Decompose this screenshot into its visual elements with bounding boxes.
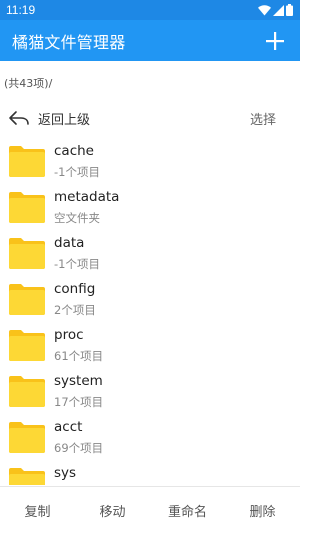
move-button[interactable]: 移动 (75, 501, 150, 520)
file-meta: 69个项目 (54, 441, 104, 455)
file-name: acct (54, 419, 83, 435)
copy-button[interactable]: 复制 (0, 501, 75, 520)
navigation-row: 返回上级 选择 (0, 102, 300, 134)
folder-icon (9, 238, 45, 269)
app-bar: 橘猫文件管理器 (0, 20, 300, 61)
list-item[interactable]: system 17个项目 (0, 370, 300, 416)
file-meta: -1个项目 (54, 257, 100, 271)
status-time: 11:19 (6, 3, 36, 17)
back-arrow-icon (9, 111, 29, 125)
file-list: cache -1个项目 metadata 空文件夹 data -1个项目 config 2个项… (0, 140, 300, 485)
select-button[interactable]: 选择 (250, 109, 276, 128)
file-meta: 17个项目 (54, 395, 104, 409)
folder-icon (9, 330, 45, 361)
folder-icon (9, 192, 45, 223)
status-bar: 11:19 (0, 0, 300, 20)
folder-icon (9, 146, 45, 177)
status-icons (258, 4, 293, 16)
list-item[interactable]: acct 69个项目 (0, 416, 300, 462)
add-button[interactable] (264, 30, 286, 52)
file-name: metadata (54, 189, 120, 205)
list-item[interactable]: sys (0, 462, 300, 485)
item-count: (共43项)/ (4, 77, 53, 90)
file-meta: -1个项目 (54, 165, 100, 179)
folder-icon (9, 376, 45, 407)
file-name: cache (54, 143, 94, 159)
cell-signal-icon (273, 4, 284, 16)
file-meta: 2个项目 (54, 303, 96, 317)
folder-icon (9, 468, 45, 485)
rename-button[interactable]: 重命名 (150, 501, 225, 520)
file-name: sys (54, 465, 77, 481)
list-item[interactable]: config 2个项目 (0, 278, 300, 324)
list-item[interactable]: proc 61个项目 (0, 324, 300, 370)
battery-icon (286, 4, 293, 16)
file-name: proc (54, 327, 84, 343)
file-name: data (54, 235, 85, 251)
bottom-action-bar: 复制 移动 重命名 删除 (0, 486, 300, 533)
file-name: config (54, 281, 96, 297)
delete-button[interactable]: 删除 (225, 501, 300, 520)
app-title: 橘猫文件管理器 (12, 32, 126, 52)
wifi-icon (258, 4, 271, 15)
list-item[interactable]: data -1个项目 (0, 232, 300, 278)
back-label[interactable]: 返回上级 (38, 109, 90, 128)
back-button[interactable] (8, 110, 30, 126)
list-item[interactable]: metadata 空文件夹 (0, 186, 300, 232)
file-meta: 61个项目 (54, 349, 104, 363)
plus-icon (266, 31, 284, 50)
folder-icon (9, 284, 45, 315)
file-meta: 空文件夹 (54, 211, 100, 225)
folder-icon (9, 422, 45, 453)
list-item[interactable]: cache -1个项目 (0, 140, 300, 186)
file-name: system (54, 373, 103, 389)
